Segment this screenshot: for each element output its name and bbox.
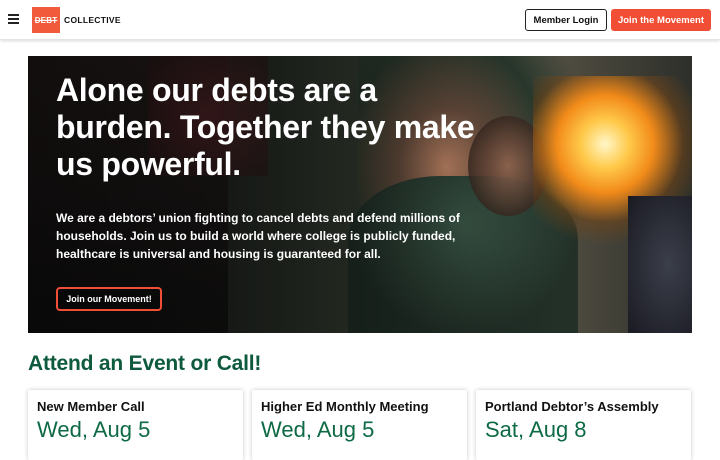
- hamburger-menu-icon[interactable]: [8, 14, 19, 24]
- logo-text: COLLECTIVE: [64, 15, 121, 25]
- join-movement-button[interactable]: Join the Movement: [611, 9, 711, 31]
- event-name: Portland Debtor’s Assembly: [485, 399, 659, 414]
- logo-mark: DEBT: [32, 7, 60, 33]
- member-login-button[interactable]: Member Login: [525, 9, 607, 31]
- event-date: Sat, Aug 8: [485, 417, 587, 442]
- join-our-movement-button[interactable]: Join our Movement!: [56, 287, 162, 311]
- event-name: New Member Call: [37, 399, 145, 414]
- logo-mark-text: DEBT: [34, 15, 58, 25]
- event-date: Wed, Aug 5: [37, 417, 151, 442]
- event-date: Wed, Aug 5: [261, 417, 375, 442]
- hero-subtitle: We are a debtors’ union fighting to canc…: [56, 211, 460, 261]
- hero-banner: Alone our debts are a burden. Together t…: [28, 56, 692, 333]
- events-section-title: Attend an Event or Call!: [28, 352, 262, 375]
- site-logo[interactable]: DEBT COLLECTIVE: [32, 7, 121, 33]
- top-navbar: DEBT COLLECTIVE Member Login Join the Mo…: [0, 0, 720, 40]
- event-name: Higher Ed Monthly Meeting: [261, 399, 429, 414]
- hero-title: Alone our debts are a burden. Together t…: [56, 72, 475, 182]
